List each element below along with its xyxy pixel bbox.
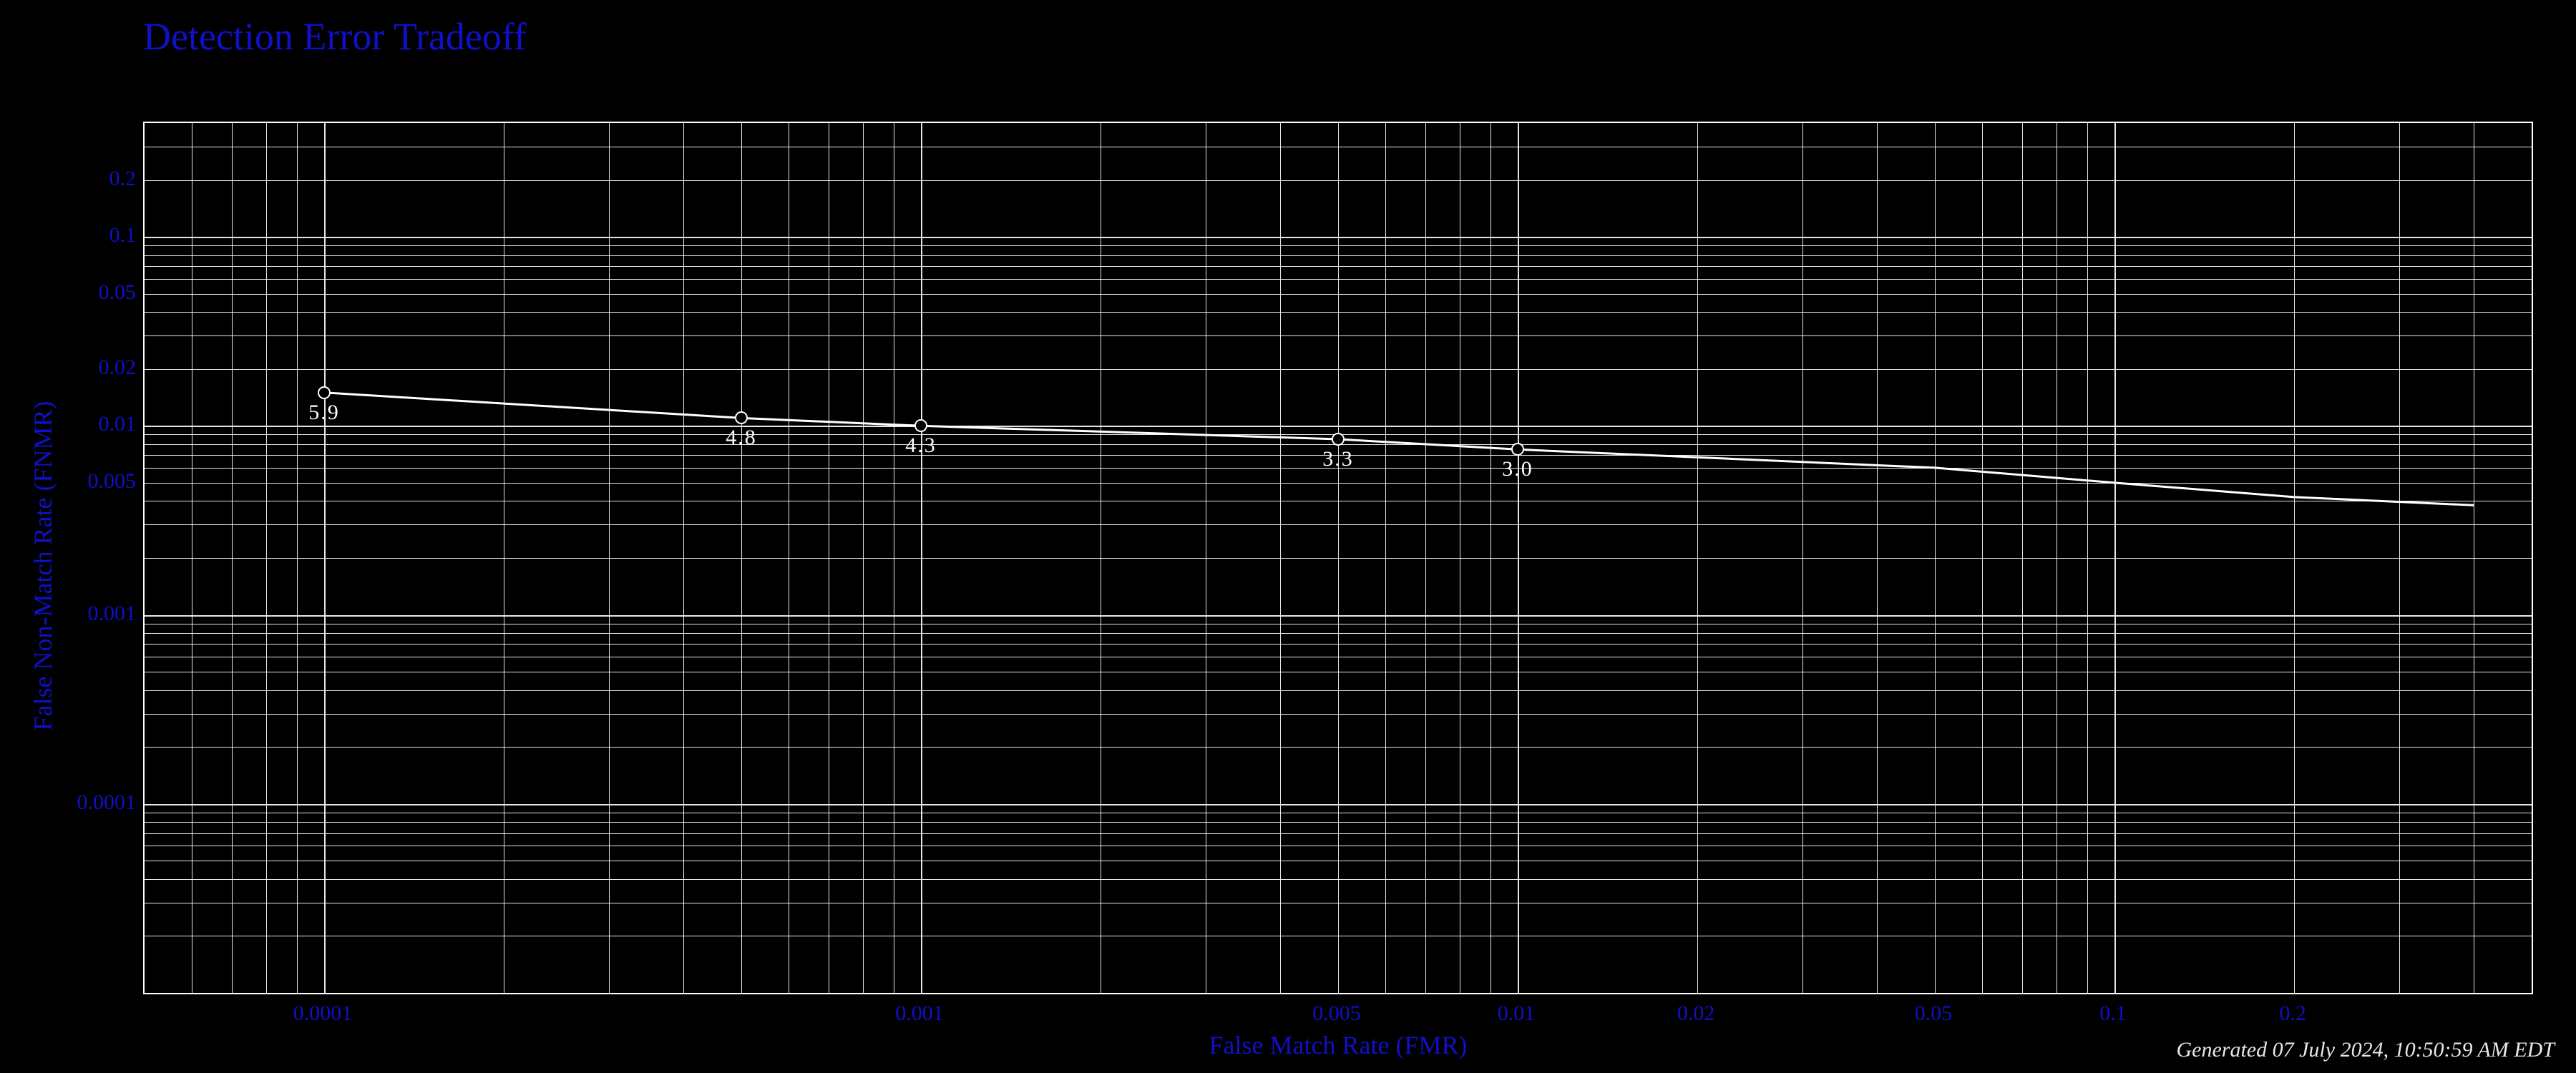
y-grid-minor bbox=[145, 255, 2532, 256]
operating-point-marker bbox=[1332, 433, 1345, 446]
x-tick-label: 0.1 bbox=[2099, 1001, 2127, 1026]
x-grid-minor bbox=[1877, 123, 1878, 993]
operating-point-marker bbox=[1511, 443, 1524, 456]
x-tick-label: 0.05 bbox=[1915, 1001, 1953, 1026]
x-tick-label: 0.0001 bbox=[293, 1001, 353, 1026]
operating-point-label: 5.9 bbox=[308, 401, 340, 425]
x-grid-minor bbox=[1697, 123, 1698, 993]
chart-title: Detection Error Tradeoff bbox=[143, 14, 527, 59]
y-tick-label: 0.1 bbox=[57, 223, 136, 248]
y-tick-label: 0.2 bbox=[57, 167, 136, 191]
operating-point-marker bbox=[735, 411, 748, 424]
x-grid-minor bbox=[2294, 123, 2295, 993]
y-grid-major bbox=[145, 426, 2532, 427]
y-grid-minor bbox=[145, 335, 2532, 336]
x-grid-major bbox=[2114, 123, 2116, 993]
x-grid-minor bbox=[2399, 123, 2400, 993]
y-tick-label: 0.0001 bbox=[57, 790, 136, 815]
x-grid-minor bbox=[1982, 123, 1983, 993]
x-tick-label: 0.01 bbox=[1498, 1001, 1536, 1026]
operating-point-marker bbox=[914, 419, 927, 432]
y-grid-minor bbox=[145, 294, 2532, 295]
x-grid-minor bbox=[2022, 123, 2023, 993]
y-grid-minor bbox=[145, 266, 2532, 267]
y-grid-minor bbox=[145, 180, 2532, 181]
x-grid-minor bbox=[1280, 123, 1281, 993]
x-grid-major bbox=[1518, 123, 1519, 993]
operating-point-label: 4.8 bbox=[726, 426, 757, 450]
operating-point-label: 3.3 bbox=[1322, 447, 1354, 471]
y-grid-minor bbox=[145, 279, 2532, 280]
x-grid-minor bbox=[1802, 123, 1803, 993]
x-grid-minor bbox=[1935, 123, 1936, 993]
y-grid-minor bbox=[145, 312, 2532, 313]
x-grid-minor bbox=[1338, 123, 1339, 993]
x-grid-minor bbox=[1425, 123, 1426, 993]
x-grid-minor bbox=[1385, 123, 1386, 993]
y-grid-minor bbox=[145, 483, 2532, 484]
y-tick-label: 0.001 bbox=[57, 602, 136, 626]
y-grid-minor bbox=[145, 369, 2532, 370]
x-tick-label: 0.02 bbox=[1677, 1001, 1715, 1026]
y-tick-label: 0.02 bbox=[57, 356, 136, 380]
operating-point-marker bbox=[318, 386, 331, 399]
x-axis-label: False Match Rate (FMR) bbox=[143, 1030, 2533, 1060]
y-tick-label: 0.005 bbox=[57, 469, 136, 494]
y-axis-label: False Non-Match Rate (FNMR) bbox=[28, 137, 58, 995]
operating-point-label: 4.3 bbox=[905, 433, 937, 458]
plot-area: 5.9 4.8 4.3 3.3 3.0 bbox=[143, 122, 2533, 994]
y-grid-minor bbox=[145, 245, 2532, 246]
x-tick-label: 0.005 bbox=[1312, 1001, 1361, 1026]
x-grid-minor bbox=[2087, 123, 2088, 993]
y-tick-label: 0.01 bbox=[57, 412, 136, 436]
x-tick-label: 0.001 bbox=[895, 1001, 944, 1026]
generated-timestamp: Generated 07 July 2024, 10:50:59 AM EDT bbox=[2176, 1038, 2555, 1062]
operating-point-label: 3.0 bbox=[1502, 457, 1533, 481]
y-grid-major bbox=[145, 237, 2532, 238]
x-tick-label: 0.2 bbox=[2279, 1001, 2306, 1026]
y-tick-label: 0.05 bbox=[57, 280, 136, 305]
